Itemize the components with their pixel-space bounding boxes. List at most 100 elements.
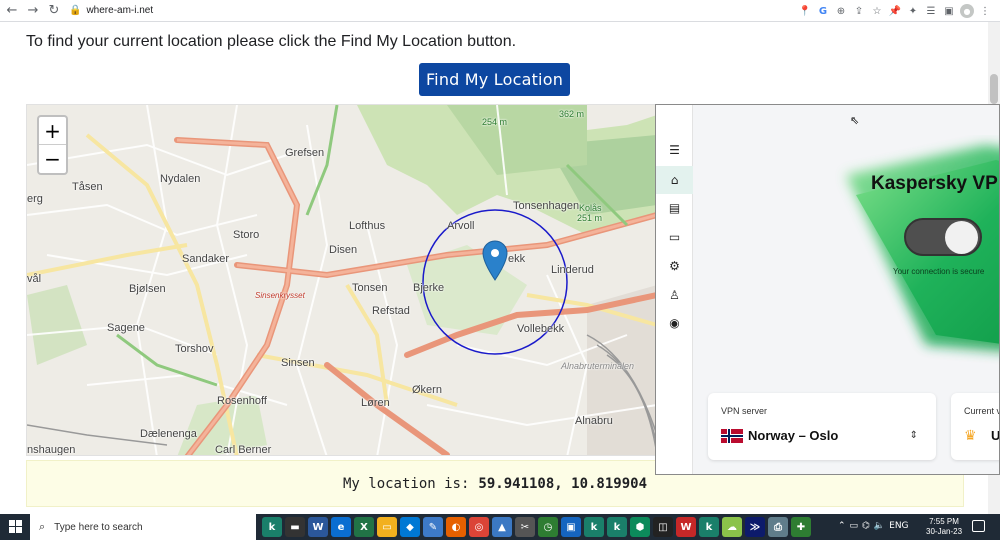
user-icon[interactable]: ♙ — [656, 281, 693, 309]
crown-icon: ♛ — [964, 428, 977, 444]
map-label: 251 m — [577, 213, 603, 223]
page-scrollbar-thumb[interactable] — [990, 74, 998, 104]
support-icon[interactable]: ◉ — [656, 309, 693, 337]
result-coordinates: 59.941108, 10.819904 — [478, 475, 647, 492]
vpn-toggle[interactable] — [904, 218, 982, 256]
terminal-app-icon[interactable]: ▬ — [285, 517, 305, 537]
taskbar-search[interactable]: ⌕ Type here to search — [30, 514, 256, 540]
vpn-server-card[interactable]: VPN server Norway – Oslo ⇕ — [708, 393, 936, 460]
search-icon: ⌕ — [39, 520, 46, 533]
map-view[interactable]: Grefsen Nydalen Tåsen erg Lofthus Storo … — [26, 104, 656, 456]
taskbar-apps: k ▬ W e X ▭ ◆ ✎ ◐ ◎ ▲ ✂ ◷ ▣ k k ⬢ ◫ W k … — [262, 517, 811, 537]
taskbar-clock[interactable]: 7:55 PM 30-Jan-23 — [926, 517, 962, 537]
map-label: erg — [27, 193, 43, 205]
connection-status: Your connection is secure — [893, 267, 985, 276]
wps-app-icon[interactable]: W — [676, 517, 696, 537]
chrome-app-icon[interactable]: ◎ — [469, 517, 489, 537]
map-label: Refstad — [372, 305, 410, 317]
excel-app-icon[interactable]: X — [354, 517, 374, 537]
share-icon[interactable]: ⇪ — [850, 2, 868, 20]
map-label: Økern — [412, 384, 442, 396]
map-label: Tonsenhagen — [513, 200, 580, 212]
norway-flag-icon — [721, 429, 743, 443]
current-plan-card[interactable]: Current v ♛ U — [951, 393, 999, 460]
language-indicator[interactable]: ENG — [889, 521, 908, 531]
explorer-app-icon[interactable]: ▭ — [377, 517, 397, 537]
find-my-location-button[interactable]: Find My Location — [419, 63, 570, 96]
clock-date: 30-Jan-23 — [926, 527, 963, 536]
result-label: My location is: — [342, 475, 470, 492]
map-label: Vollebekk — [517, 323, 565, 335]
word-app-icon[interactable]: W — [308, 517, 328, 537]
side-panel-icon[interactable]: ▣ — [940, 2, 958, 20]
map-label: Nydalen — [160, 173, 201, 185]
profile-avatar-icon[interactable]: ● — [960, 4, 974, 18]
document-icon[interactable]: ▤ — [656, 194, 693, 222]
map-label: Arvoll — [447, 220, 475, 232]
kaspersky-app-icon-2[interactable]: k — [584, 517, 604, 537]
zoom-out-button[interactable]: − — [39, 145, 66, 173]
devices-icon[interactable]: ▭ — [656, 223, 693, 251]
clock-time: 7:55 PM — [929, 517, 959, 526]
forward-icon[interactable]: → — [24, 2, 42, 20]
extensions-icon[interactable]: ✦ — [904, 2, 922, 20]
audio-app-icon[interactable]: ◫ — [653, 517, 673, 537]
kaspersky-app-icon-4[interactable]: k — [699, 517, 719, 537]
volume-icon[interactable]: 🔈 — [874, 521, 885, 531]
notes-app-icon[interactable]: ✎ — [423, 517, 443, 537]
map-label: Kolås — [579, 203, 602, 213]
back-icon[interactable]: ← — [3, 2, 21, 20]
map-label: Alnabru — [575, 415, 613, 427]
map-label: Sinsen — [281, 357, 315, 369]
chevron-up-icon[interactable]: ⌃ — [838, 521, 846, 531]
kaspersky-app-icon[interactable]: k — [262, 517, 282, 537]
kaspersky-app-icon-3[interactable]: k — [607, 517, 627, 537]
bookmark-star-icon[interactable]: ☆ — [868, 2, 886, 20]
map-label: Lofthus — [349, 220, 386, 232]
map-label: Bjerke — [413, 282, 445, 294]
zoom-icon[interactable]: ⊕ — [832, 2, 850, 20]
vpn-server-label: VPN server — [721, 406, 768, 416]
browser-toolbar-right: 📍 G ⊕ ⇪ ☆ 📌 ✦ ☰ ▣ ● ⋮ — [796, 2, 994, 20]
zoom-control: + − — [37, 115, 68, 175]
instruction-text: To find your current location please cli… — [26, 33, 517, 50]
vpn-app-icon[interactable]: ✚ — [791, 517, 811, 537]
map-label: Grefsen — [285, 147, 325, 159]
expand-icon[interactable]: ⇕ — [910, 430, 918, 441]
gear-icon[interactable]: ⚙ — [656, 252, 693, 280]
map-label: Carl Berner — [215, 444, 272, 456]
extension-pin-icon[interactable]: 📌 — [886, 2, 904, 20]
kaspersky-vpn-window: ☰ ⌂ ▤ ▭ ⚙ ♙ ◉ Kaspersky VP Your connecti… — [655, 104, 1000, 475]
map-label: Tåsen — [72, 181, 103, 193]
reading-list-icon[interactable]: ☰ — [922, 2, 940, 20]
firefox-app-icon[interactable]: ◐ — [446, 517, 466, 537]
address-bar[interactable]: where-am-i.net — [86, 5, 153, 16]
google-icon[interactable]: G — [814, 2, 832, 20]
map-tiles — [27, 105, 655, 455]
menu-icon[interactable]: ☰ — [656, 136, 693, 164]
tools-app-icon[interactable]: ✂ — [515, 517, 535, 537]
printer-app-icon[interactable]: ⎙ — [768, 517, 788, 537]
windows-start-icon[interactable] — [9, 520, 22, 533]
location-pin-icon[interactable]: 📍 — [796, 2, 814, 20]
cloud-app-icon[interactable]: ☁ — [722, 517, 742, 537]
shield-app-icon[interactable]: ⬢ — [630, 517, 650, 537]
network-icon[interactable]: ⌬ — [862, 521, 870, 531]
kaspersky-sidebar: ☰ ⌂ ▤ ▭ ⚙ ♙ ◉ — [656, 105, 693, 474]
system-tray: ⌃ ▭ ⌬ 🔈 ENG — [838, 521, 909, 531]
map-label: vål — [27, 273, 42, 285]
lock-icon[interactable]: 🔒 — [69, 5, 81, 16]
menu-kebab-icon[interactable]: ⋮ — [976, 2, 994, 20]
reload-icon[interactable]: ↻ — [45, 2, 63, 20]
vscode-app-icon[interactable]: ≫ — [745, 517, 765, 537]
screen-app-icon[interactable]: ▣ — [561, 517, 581, 537]
battery-icon[interactable]: ▭ — [850, 521, 859, 531]
windows-taskbar: ⌕ Type here to search k ▬ W e X ▭ ◆ ✎ ◐ … — [0, 514, 1000, 540]
edge-app-icon[interactable]: e — [331, 517, 351, 537]
photos-app-icon[interactable]: ▲ — [492, 517, 512, 537]
store-app-icon[interactable]: ◆ — [400, 517, 420, 537]
zoom-in-button[interactable]: + — [39, 117, 66, 145]
notification-icon[interactable] — [972, 520, 985, 532]
home-icon[interactable]: ⌂ — [656, 166, 693, 194]
clock-app-icon[interactable]: ◷ — [538, 517, 558, 537]
